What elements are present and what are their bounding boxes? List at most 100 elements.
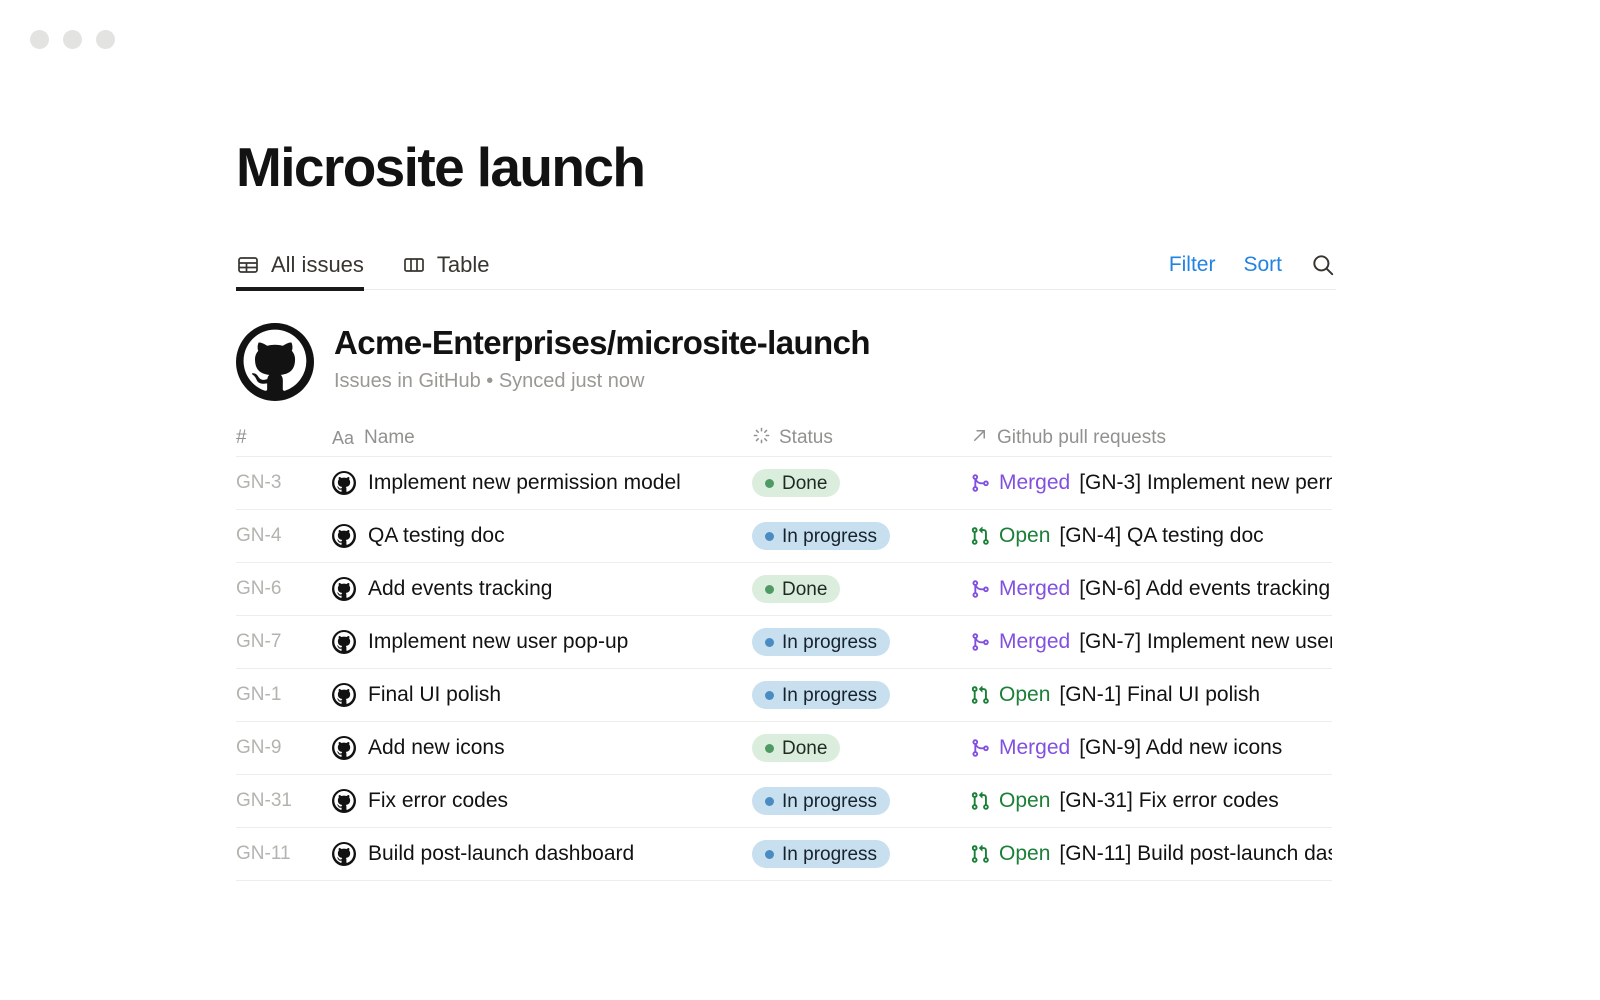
page-title: Microsite launch: [236, 0, 1336, 195]
table-body: GN-3Implement new permission modelDoneMe…: [236, 457, 1332, 881]
row-pull-request-cell[interactable]: Merged [GN-6] Add events tracking: [970, 577, 1332, 601]
git-pull-request-icon: [970, 526, 990, 546]
filter-button[interactable]: Filter: [1169, 253, 1216, 277]
status-badge: In progress: [752, 787, 890, 815]
row-status-cell[interactable]: Done: [752, 734, 970, 762]
github-octocat-icon: [332, 683, 356, 707]
column-header-pull-requests-label: Github pull requests: [997, 427, 1166, 449]
window-dot-minimize[interactable]: [30, 30, 49, 49]
search-icon[interactable]: [1310, 252, 1336, 278]
pr-title-label: [GN-1] Final UI polish: [1059, 683, 1260, 707]
status-label: In progress: [782, 527, 877, 546]
pr-state-label: Open: [999, 789, 1050, 813]
status-badge: Done: [752, 469, 840, 497]
row-status-cell[interactable]: In progress: [752, 787, 970, 815]
table-row[interactable]: GN-31Fix error codesIn progressOpen[GN-3…: [236, 775, 1332, 828]
row-name-cell[interactable]: Implement new user pop-up: [332, 630, 752, 654]
status-label: In progress: [782, 633, 877, 652]
column-header-name[interactable]: Aa Name: [332, 427, 752, 449]
pr-title-label: [GN-11] Build post-launch dashboard: [1059, 842, 1332, 866]
table-row[interactable]: GN-3Implement new permission modelDoneMe…: [236, 457, 1332, 510]
row-name-label: Implement new user pop-up: [368, 630, 628, 654]
row-status-cell[interactable]: In progress: [752, 522, 970, 550]
status-dot-icon: [765, 479, 774, 488]
row-name-cell[interactable]: Add events tracking: [332, 577, 752, 601]
row-status-cell[interactable]: Done: [752, 469, 970, 497]
github-octocat-icon: [332, 789, 356, 813]
row-name-cell[interactable]: Implement new permission model: [332, 471, 752, 495]
github-octocat-icon: [332, 842, 356, 866]
window-controls: [30, 30, 115, 49]
tab-table-label: Table: [437, 252, 490, 278]
github-octocat-icon: [332, 524, 356, 548]
git-pull-request-icon: [970, 844, 990, 864]
row-pull-request-cell[interactable]: Open [GN-1] Final UI polish: [970, 683, 1332, 707]
status-label: Done: [782, 474, 827, 493]
window-dot-maximize[interactable]: [63, 30, 82, 49]
status-dot-icon: [765, 638, 774, 647]
status-badge: In progress: [752, 681, 890, 709]
pr-title-label: [GN-6] Add events tracking: [1079, 577, 1330, 601]
status-label: Done: [782, 580, 827, 599]
pr-state-label: Merged: [999, 471, 1070, 495]
github-octocat-icon: [236, 323, 314, 406]
table-row[interactable]: GN-4 QA testing doc In progress Open [GN-4] …: [236, 510, 1332, 563]
git-merge-icon: [970, 473, 990, 493]
row-pull-request-cell[interactable]: Open [GN-11] Build post-launch dashboard: [970, 842, 1332, 866]
table-row[interactable]: GN-11Build post-launch dashboardIn progr…: [236, 828, 1332, 881]
window-dot-close[interactable]: [96, 30, 115, 49]
row-id: GN-7: [236, 631, 332, 653]
column-header-pull-requests[interactable]: Github pull requests: [970, 426, 1332, 451]
row-pull-request-cell[interactable]: Merged[GN-9] Add new icons: [970, 736, 1332, 760]
row-id: GN-1: [236, 684, 332, 706]
row-id: GN-6: [236, 578, 332, 600]
row-id: GN-9: [236, 737, 332, 759]
row-status-cell[interactable]: In progress: [752, 681, 970, 709]
status-label: In progress: [782, 686, 877, 705]
row-name-cell[interactable]: Add new icons: [332, 736, 752, 760]
row-name-cell[interactable]: Fix error codes: [332, 789, 752, 813]
git-merge-icon: [970, 632, 990, 652]
pr-state-label: Open: [999, 683, 1050, 707]
row-pull-request-cell[interactable]: Open [GN-4] QA testing doc: [970, 524, 1332, 548]
row-status-cell[interactable]: Done: [752, 575, 970, 603]
row-pull-request-cell[interactable]: Merged[GN-7] Implement new user pop-up: [970, 630, 1332, 654]
row-name-cell[interactable]: Build post-launch dashboard: [332, 842, 752, 866]
status-label: In progress: [782, 792, 877, 811]
column-header-status[interactable]: Status: [752, 426, 970, 451]
sort-button[interactable]: Sort: [1243, 253, 1282, 277]
status-dot-icon: [765, 850, 774, 859]
row-name-label: Add new icons: [368, 736, 505, 760]
status-dot-icon: [765, 585, 774, 594]
status-badge: In progress: [752, 522, 890, 550]
status-dot-icon: [765, 532, 774, 541]
tab-all-issues[interactable]: All issues: [236, 252, 364, 289]
view-actions: Filter Sort: [1169, 252, 1336, 289]
row-name-cell[interactable]: Final UI polish: [332, 683, 752, 707]
table-row[interactable]: GN-1 Final UI polish In progress Open [GN-1]…: [236, 669, 1332, 722]
row-status-cell[interactable]: In progress: [752, 628, 970, 656]
row-name-cell[interactable]: QA testing doc: [332, 524, 752, 548]
row-status-cell[interactable]: In progress: [752, 840, 970, 868]
tab-table[interactable]: Table: [402, 252, 490, 289]
status-dot-icon: [765, 797, 774, 806]
git-pull-request-icon: [970, 685, 990, 705]
pr-title-label: [GN-4] QA testing doc: [1059, 524, 1263, 548]
pr-state-label: Merged: [999, 577, 1070, 601]
pr-state-label: Open: [999, 842, 1050, 866]
row-name-label: Final UI polish: [368, 683, 501, 707]
table-row[interactable]: GN-9 Add new icons DoneMerged[GN-9] Add ne…: [236, 722, 1332, 775]
pr-state-label: Open: [999, 524, 1050, 548]
repo-sync-status: Issues in GitHub • Synced just now: [334, 370, 870, 393]
tab-all-issues-label: All issues: [271, 252, 364, 278]
table-row[interactable]: GN-7 Implement new user pop-up In progress…: [236, 616, 1332, 669]
column-header-id[interactable]: #: [236, 427, 332, 449]
row-pull-request-cell[interactable]: Merged[GN-3] Implement new permission mo…: [970, 471, 1332, 495]
row-pull-request-cell[interactable]: Open[GN-31] Fix error codes: [970, 789, 1332, 813]
github-octocat-icon: [332, 471, 356, 495]
status-spinner-icon: [752, 426, 771, 451]
row-id: GN-4: [236, 525, 332, 547]
github-octocat-icon: [332, 630, 356, 654]
row-name-label: QA testing doc: [368, 524, 505, 548]
table-row[interactable]: GN-6Add events tracking Done Merged [GN-6] …: [236, 563, 1332, 616]
